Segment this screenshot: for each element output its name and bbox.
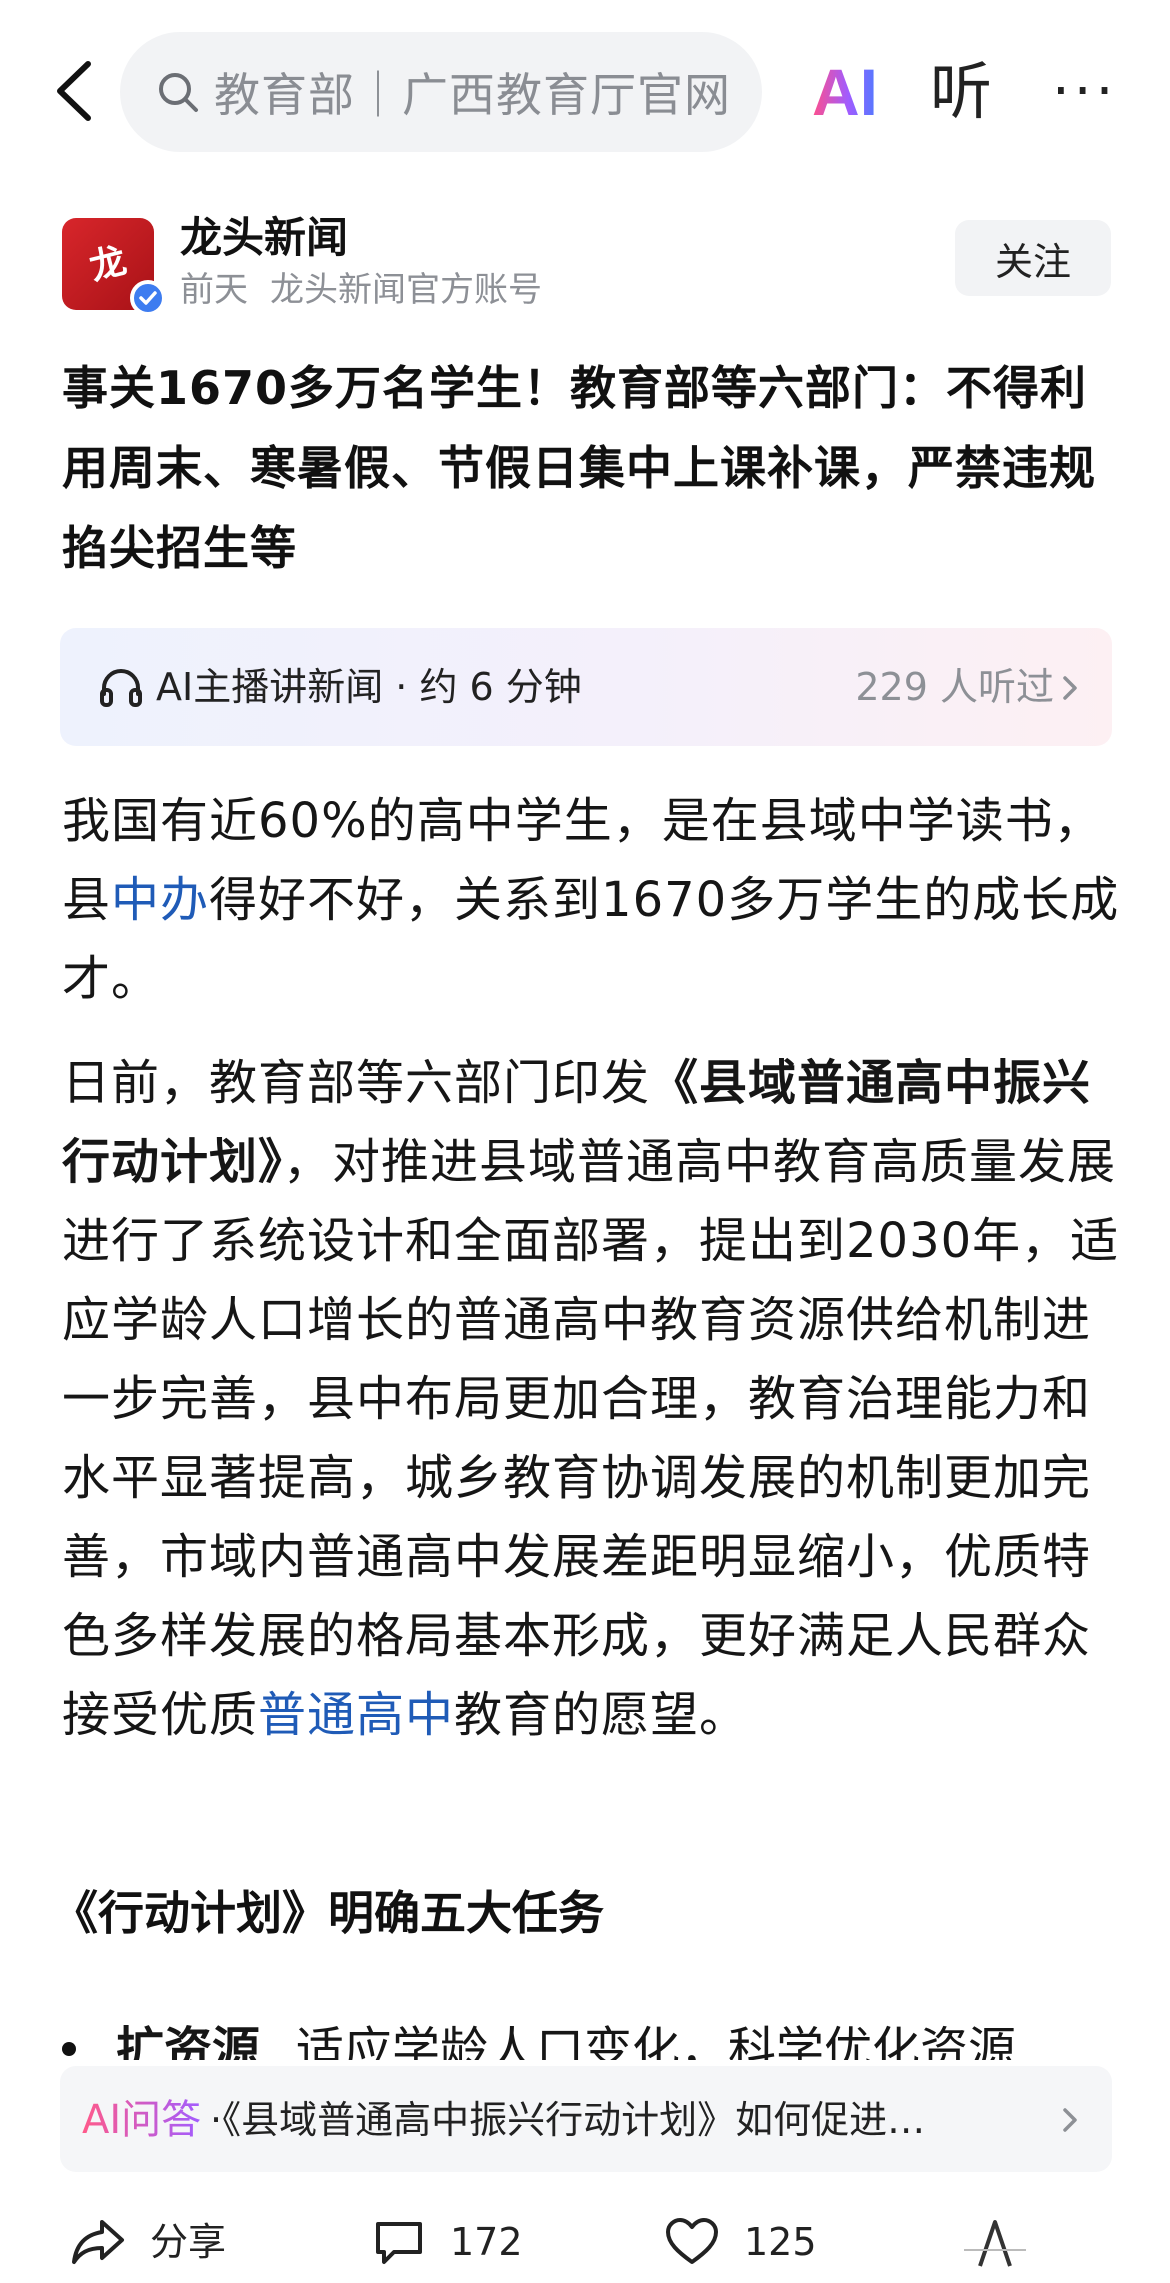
author-description: 龙头新闻官方账号 bbox=[270, 270, 542, 310]
chevron-right-icon bbox=[1063, 676, 1077, 700]
player-label: AI主播讲新闻 · 约 6 分钟 bbox=[156, 665, 582, 709]
comment-icon bbox=[376, 2222, 422, 2264]
bottom-action-bar: 分享 172 125 bbox=[0, 2190, 1170, 2283]
author-row: 龙 龙头新闻 前天 龙头新闻官方账号 关注 bbox=[62, 210, 1112, 320]
search-icon bbox=[159, 73, 198, 112]
keyword-link[interactable]: 普通高中 bbox=[258, 1687, 454, 1743]
watermark-icon bbox=[960, 2212, 1030, 2272]
list-item: 扩资源 适应学龄人口变化，科学优化资源 bbox=[0, 2010, 1170, 2060]
ai-qa-label: AI问答 bbox=[82, 2092, 201, 2148]
paragraph-text: ，对推进县域普通高中教育高质量发展进行了系统设计和全面部署，提出到2030年，适… bbox=[62, 1134, 1120, 1743]
verified-badge-icon bbox=[130, 280, 166, 316]
paragraph-text: 日前，教育部等六部门印发 bbox=[62, 1055, 651, 1111]
ai-button[interactable]: AI bbox=[812, 52, 878, 132]
article-title: 事关1670多万名学生！教育部等六部门：不得利用周末、寒暑假、节假日集中上课补课… bbox=[62, 361, 1096, 575]
ai-audio-player[interactable]: AI主播讲新闻 · 约 6 分钟 229 人听过 bbox=[60, 628, 1112, 746]
search-bar[interactable]: 教育部｜广西教育厅官网 bbox=[120, 32, 762, 152]
bullet-title: 扩资源 bbox=[116, 2022, 261, 2060]
follow-button[interactable]: 关注 bbox=[955, 220, 1111, 296]
comment-button[interactable]: 172 bbox=[372, 2212, 523, 2272]
chevron-right-icon bbox=[1063, 2108, 1077, 2132]
headphones-icon bbox=[100, 669, 142, 707]
ai-qa-bar[interactable]: AI问答 ·《县域普通高中振兴行动计划》如何促进… bbox=[60, 2066, 1112, 2172]
search-query: 教育部｜广西教育厅官网 bbox=[214, 68, 731, 122]
ai-qa-question: ·《县域普通高中振兴行动计划》如何促进… bbox=[210, 2098, 926, 2142]
keyword-link[interactable]: 中办 bbox=[111, 872, 209, 928]
comment-count: 172 bbox=[450, 2220, 523, 2264]
author-name[interactable]: 龙头新闻 bbox=[180, 210, 348, 266]
paragraph-text: 得好不好，关系到1670多万学生的成长成才。 bbox=[62, 872, 1120, 1007]
more-options-button[interactable]: ··· bbox=[1052, 52, 1117, 132]
article-paragraph: 我国有近60%的高中学生，是在县域中学读书，县中办得好不好，关系到1670多万学… bbox=[62, 782, 1122, 1019]
publish-time: 前天 bbox=[180, 270, 248, 310]
listen-button[interactable]: 听 bbox=[930, 52, 992, 132]
heart-icon bbox=[666, 2218, 718, 2264]
paragraph-text: 教育的愿望。 bbox=[454, 1687, 749, 1743]
share-button[interactable]: 分享 bbox=[70, 2212, 226, 2272]
like-button[interactable]: 125 bbox=[664, 2212, 817, 2272]
section-heading: 《行动计划》明确五大任务 bbox=[52, 1886, 604, 1940]
share-icon bbox=[72, 2220, 124, 2264]
top-bar: 教育部｜广西教育厅官网 AI 听 ··· bbox=[0, 0, 1170, 180]
article-paragraph: 日前，教育部等六部门印发《县域普通高中振兴行动计划》，对推进县域普通高中教育高质… bbox=[62, 1044, 1122, 1755]
bullet-icon bbox=[62, 2042, 76, 2056]
like-count: 125 bbox=[744, 2220, 817, 2264]
share-label: 分享 bbox=[150, 2220, 227, 2264]
listen-count: 229 人听过 bbox=[855, 665, 1054, 709]
bullet-text: 适应学龄人口变化，科学优化资源 bbox=[296, 2022, 1017, 2060]
author-meta: 前天 龙头新闻官方账号 bbox=[180, 266, 542, 314]
back-arrow-icon[interactable] bbox=[48, 56, 108, 126]
